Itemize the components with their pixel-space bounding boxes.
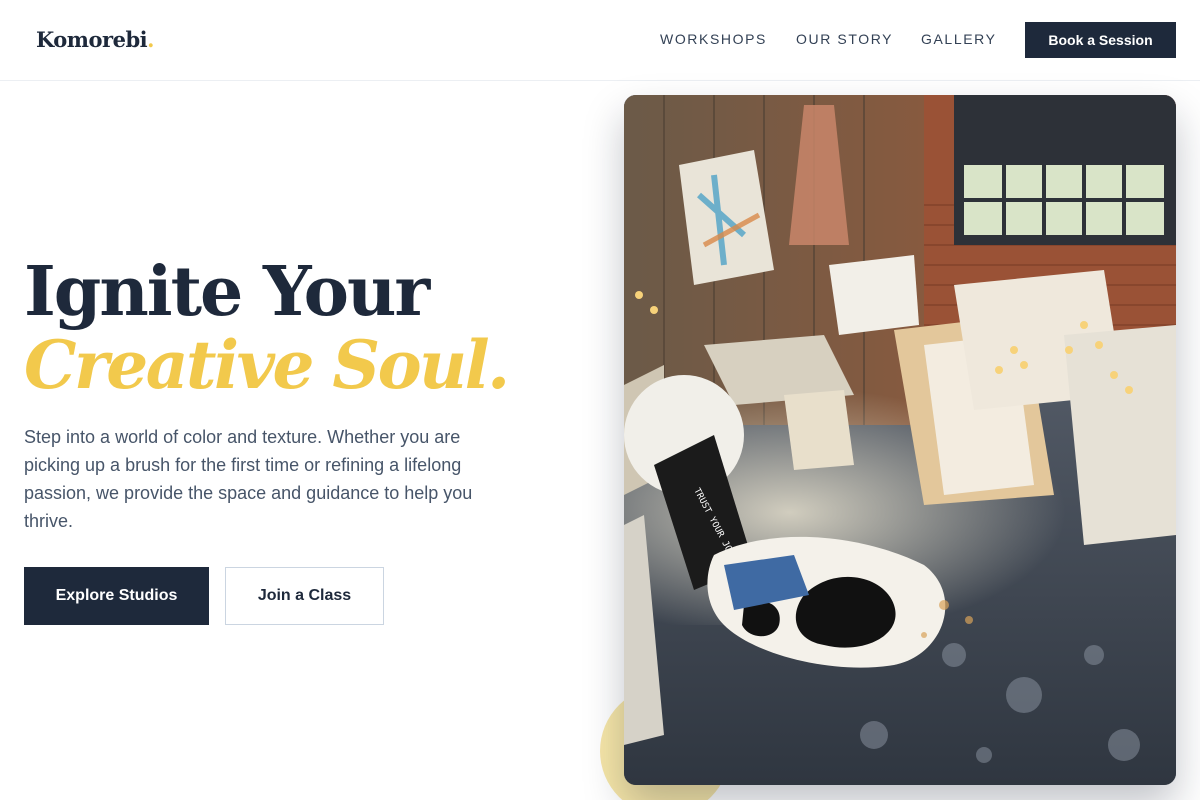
hero-description: Step into a world of color and texture. … [24,427,473,531]
hero-studio-image: TRUST YOUR JOURNEY [624,95,1176,785]
join-class-button[interactable]: Join a Class [225,567,384,625]
book-session-button[interactable]: Book a Session [1025,22,1176,58]
site-header: Komorebi. WORKSHOPS OUR STORY GALLERY Bo… [0,0,1200,81]
hero-headline: Ignite Your [24,252,430,332]
nav-link-our-story[interactable]: OUR STORY [796,31,893,47]
nav-link-gallery[interactable]: GALLERY [921,31,997,47]
brand-name[interactable]: Komorebi [36,27,148,52]
hero-headline-accent: Creative Soul. [24,326,510,404]
nav-link-workshops[interactable]: WORKSHOPS [660,31,767,47]
brand-dot: . [147,27,154,52]
explore-studios-button[interactable]: Explore Studios [24,567,209,625]
brand-logo[interactable]: Komorebi. [36,27,154,52]
